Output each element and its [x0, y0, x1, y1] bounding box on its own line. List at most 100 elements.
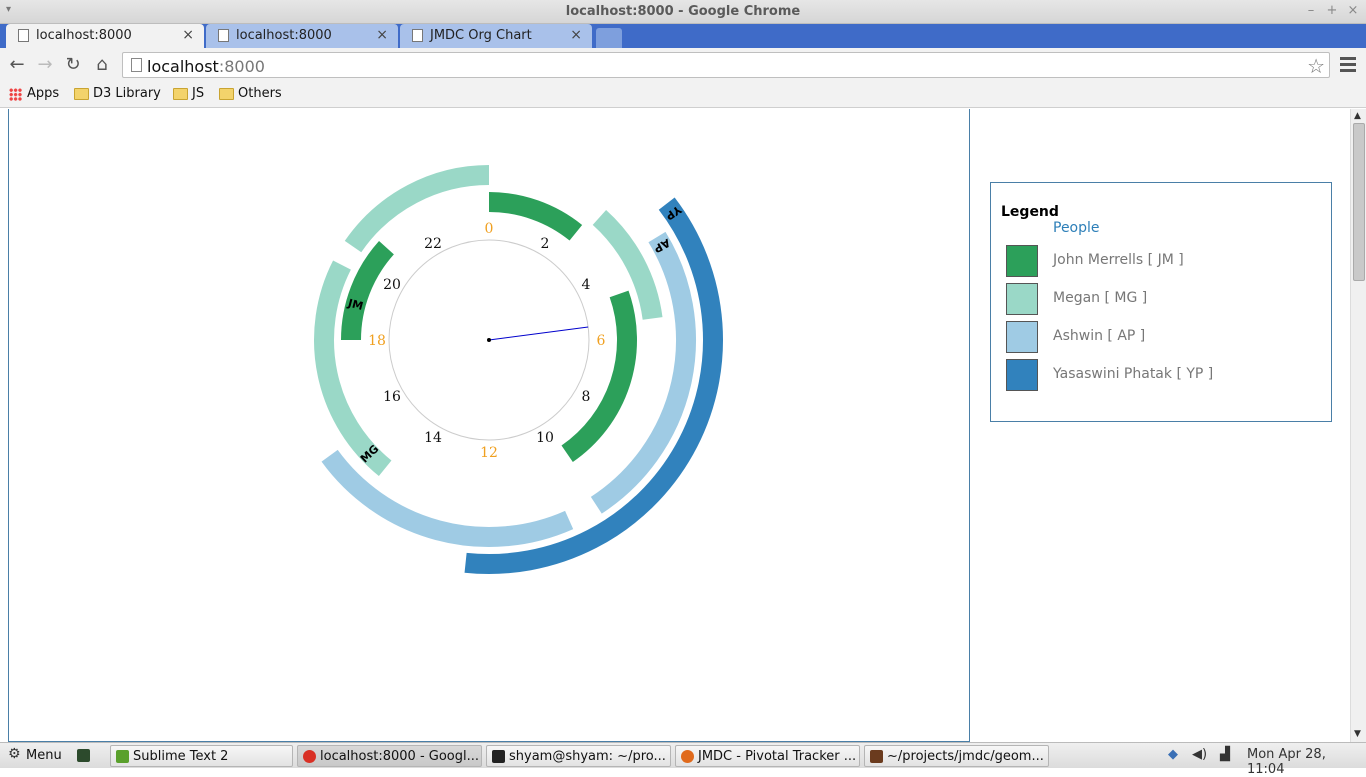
chrome-menu-icon[interactable] [1338, 54, 1358, 76]
bookmarks-bar: Apps D3 Library JS Others [0, 82, 1366, 108]
close-tab-icon[interactable]: × [570, 27, 582, 43]
hour-tick-label: 20 [383, 277, 401, 293]
hour-tick-label: 6 [597, 333, 606, 349]
folder-icon [74, 88, 89, 100]
hour-tick-label: 12 [480, 445, 498, 461]
legend-swatch [1006, 359, 1038, 391]
legend-swatch [1006, 245, 1038, 277]
minimize-icon[interactable]: – [1303, 3, 1319, 18]
vertical-scrollbar[interactable]: ▲ ▼ [1350, 109, 1366, 742]
home-icon[interactable]: ⌂ [91, 54, 113, 76]
chart-panel: 0 2 4 6 8 10 12 14 16 18 20 22 JM MG AP YP [8, 109, 970, 742]
hour-tick-label: 2 [541, 236, 550, 252]
hour-tick-label: 10 [536, 430, 554, 446]
hour-tick-label: 8 [582, 389, 591, 405]
tab-label: localhost:8000 [36, 28, 132, 43]
network-icon[interactable]: ▟ [1220, 747, 1230, 762]
legend-swatch [1006, 321, 1038, 353]
legend-panel: Legend People John Merrells [ JM ] Megan… [990, 182, 1332, 422]
bookmark-apps[interactable]: Apps [8, 86, 59, 101]
tab-label: localhost:8000 [236, 28, 332, 43]
taskbar-item-label: ~/projects/jmdc/geom... [887, 749, 1044, 764]
editor-icon [870, 750, 883, 763]
address-bar[interactable]: localhost:8000 ☆ [122, 52, 1330, 78]
volume-icon[interactable]: ◀) [1192, 747, 1207, 762]
start-menu-label: Menu [26, 748, 62, 763]
sublime-icon [116, 750, 129, 763]
clock-hand [488, 326, 589, 341]
url-host: localhost [147, 57, 219, 76]
taskbar-item-label: localhost:8000 - Googl... [320, 749, 480, 764]
scrollbar-thumb[interactable] [1353, 123, 1365, 281]
page-icon [131, 58, 142, 72]
tab-localhost-2[interactable]: localhost:8000 × [206, 24, 398, 48]
browser-toolbar: ← → ↻ ⌂ localhost:8000 ☆ [0, 48, 1366, 82]
scroll-down-icon[interactable]: ▼ [1354, 729, 1361, 739]
back-icon[interactable]: ← [6, 54, 28, 76]
start-menu-button[interactable]: ⚙ Menu [4, 745, 70, 767]
hour-tick-label: 18 [368, 333, 386, 349]
timeline-span-ap[interactable] [321, 449, 574, 547]
timeline-span-jm[interactable] [488, 192, 583, 241]
bookmark-label: D3 Library [93, 86, 161, 101]
folder-icon [173, 88, 188, 100]
close-window-icon[interactable]: × [1345, 3, 1361, 18]
scroll-up-icon[interactable]: ▲ [1354, 111, 1361, 121]
hour-tick-label: 16 [383, 389, 401, 405]
timeline-span-mg[interactable] [344, 165, 490, 253]
taskbar-item-sublime[interactable]: Sublime Text 2 [110, 745, 293, 767]
taskbar-item-terminal[interactable]: shyam@shyam: ~/pro... [486, 745, 671, 767]
page-icon [18, 29, 29, 42]
bookmark-label: Apps [27, 86, 60, 101]
legend-item-label: John Merrells [ JM ] [1053, 252, 1184, 268]
timeline-span-jm[interactable] [341, 240, 395, 341]
taskbar-item-label: shyam@shyam: ~/pro... [509, 749, 666, 764]
tab-label: JMDC Org Chart [430, 28, 532, 43]
window-title-bar: ▾ localhost:8000 - Google Chrome – + × [0, 0, 1366, 24]
tab-strip: localhost:8000 × localhost:8000 × JMDC O… [0, 24, 1366, 48]
legend-group-label: People [1053, 220, 1100, 236]
bookmark-js[interactable]: JS [173, 86, 204, 101]
terminal-icon [77, 749, 90, 762]
window-title: localhost:8000 - Google Chrome [565, 4, 801, 19]
radial-timeline-chart: 0246810121416182022JMMGAPYP [314, 165, 723, 574]
shield-icon[interactable]: ◆ [1168, 747, 1178, 762]
legend-title: Legend [1001, 204, 1059, 220]
terminal-launcher[interactable] [74, 745, 96, 767]
clock-text[interactable]: Mon Apr 28, 11:04 [1247, 747, 1366, 777]
taskbar-item-chrome[interactable]: localhost:8000 - Googl... [297, 745, 482, 767]
chrome-icon [303, 750, 316, 763]
firefox-icon [681, 750, 694, 763]
hour-tick-label: 4 [582, 277, 591, 293]
new-tab-button[interactable] [596, 28, 622, 48]
close-tab-icon[interactable]: × [376, 27, 388, 43]
bookmark-others[interactable]: Others [219, 86, 282, 101]
close-tab-icon[interactable]: × [182, 27, 194, 43]
timeline-span-jm[interactable] [561, 290, 637, 462]
forward-icon[interactable]: → [34, 54, 56, 76]
folder-icon [219, 88, 234, 100]
tab-localhost-1[interactable]: localhost:8000 × [6, 24, 204, 48]
gear-icon: ⚙ [8, 746, 21, 762]
reload-icon[interactable]: ↻ [62, 54, 84, 76]
url-text: localhost:8000 [147, 57, 265, 76]
legend-item-label: Yasaswini Phatak [ YP ] [1053, 366, 1214, 382]
taskbar-item-editor[interactable]: ~/projects/jmdc/geom... [864, 745, 1049, 767]
terminal-icon [492, 750, 505, 763]
page-icon [218, 29, 229, 42]
hour-tick-label: 0 [485, 221, 494, 237]
bookmark-star-icon[interactable]: ☆ [1307, 54, 1325, 78]
hour-tick-label: 14 [424, 430, 442, 446]
bookmark-label: Others [238, 86, 282, 101]
tab-jmdc-org-chart[interactable]: JMDC Org Chart × [400, 24, 592, 48]
bookmark-d3-library[interactable]: D3 Library [74, 86, 161, 101]
legend-swatch [1006, 283, 1038, 315]
legend-item-label: Megan [ MG ] [1053, 290, 1148, 306]
bookmark-label: JS [192, 86, 205, 101]
taskbar-item-label: Sublime Text 2 [133, 749, 229, 764]
maximize-icon[interactable]: + [1324, 3, 1340, 18]
desktop-taskbar: ⚙ Menu Sublime Text 2 localhost:8000 - G… [0, 742, 1366, 777]
taskbar-item-pivotal[interactable]: JMDC - Pivotal Tracker ... [675, 745, 860, 767]
page-icon [412, 29, 423, 42]
taskbar-item-label: JMDC - Pivotal Tracker ... [698, 749, 857, 764]
